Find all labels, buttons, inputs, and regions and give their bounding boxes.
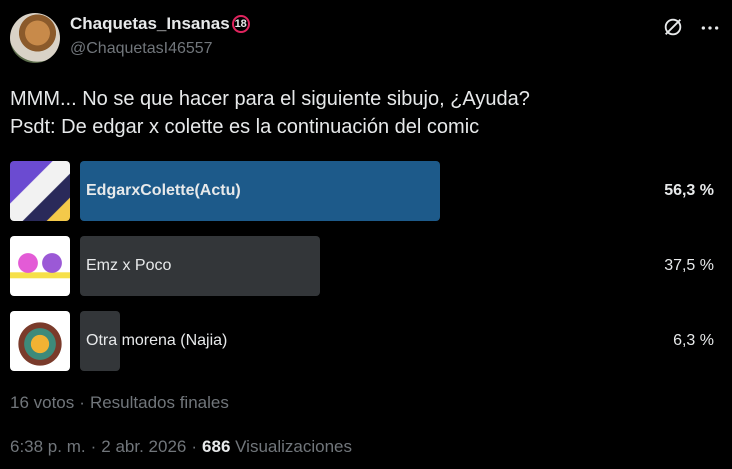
tweet-text-line-1: MMM... No se que hacer para el siguiente… <box>10 88 530 110</box>
separator-dot: · <box>90 437 97 456</box>
views-label: Visualizaciones <box>235 437 353 456</box>
grok-icon[interactable] <box>662 16 684 38</box>
poll-option-1[interactable]: EdgarxColette(Actu) 56,3 % <box>10 161 722 221</box>
poll-option-2-image <box>10 236 70 296</box>
poll-option-1-label: EdgarxColette(Actu) <box>86 182 241 199</box>
poll-vote-count: 16 votos <box>10 393 75 412</box>
tweet-text-line-2: Psdt: De edgar x colette es la continuac… <box>10 116 480 138</box>
poll-option-1-image <box>10 161 70 221</box>
tweet-date[interactable]: 2 abr. 2026 <box>101 437 186 456</box>
tweet-text: MMM... No se que hacer para el siguiente… <box>10 85 720 141</box>
author-handle[interactable]: @ChaquetasI46557 <box>70 40 213 58</box>
poll-option-2-label: Emz x Poco <box>86 257 172 274</box>
author-display-name[interactable]: Chaquetas_Insanas 18 <box>70 14 250 34</box>
poll-option-2[interactable]: Emz x Poco 37,5 % <box>10 236 722 296</box>
author-avatar[interactable] <box>10 13 60 63</box>
poll-option-3[interactable]: Otra morena (Najia) 6,3 % <box>10 311 722 371</box>
poll-option-3-label: Otra morena (Najia) <box>86 332 228 349</box>
display-name-text: Chaquetas_Insanas <box>70 14 230 33</box>
more-options-icon[interactable] <box>700 18 720 38</box>
tweet-time[interactable]: 6:38 p. m. <box>10 437 86 456</box>
poll-summary: 16 votos · Resultados finales <box>10 393 229 413</box>
views-count: 686 <box>202 437 231 456</box>
age-18-badge-icon: 18 <box>231 15 250 33</box>
poll-option-1-percent: 56,3 % <box>664 182 714 199</box>
poll-option-3-image <box>10 311 70 371</box>
poll-option-2-percent: 37,5 % <box>664 257 714 274</box>
separator-dot: · <box>79 393 85 412</box>
poll-status: Resultados finales <box>89 393 229 412</box>
separator-dot: · <box>191 437 198 456</box>
tweet-timestamp-line: 6:38 p. m. · 2 abr. 2026 · 686 Visualizacion… <box>10 437 352 457</box>
poll-option-3-percent: 6,3 % <box>673 332 714 349</box>
